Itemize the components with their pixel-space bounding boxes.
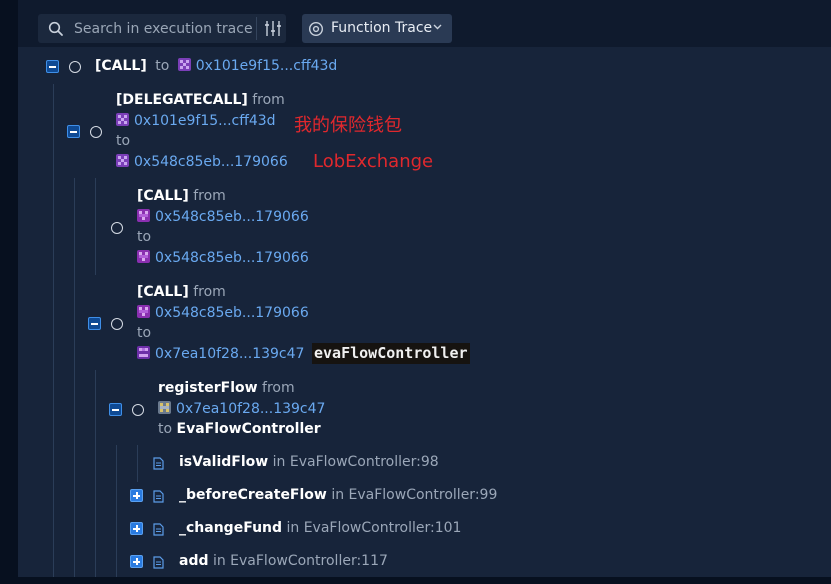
search-icon	[48, 21, 63, 36]
trace-node-call[interactable]: [CALL] from	[137, 188, 226, 205]
node-circle-icon	[111, 222, 123, 234]
function-name: registerFlow	[158, 380, 258, 396]
chevron-down-icon	[433, 24, 442, 30]
source-location[interactable]: EvaFlowController:99	[349, 487, 498, 503]
source-location[interactable]: EvaFlowController:117	[230, 553, 388, 569]
internal-call-row[interactable]: _beforeCreateFlow in EvaFlowController:9…	[179, 487, 497, 504]
annotation-wallet-note: 我的保险钱包	[294, 115, 402, 136]
in-word: in	[212, 553, 226, 569]
from-word: from	[193, 188, 226, 204]
internal-call-row[interactable]: _changeFund in EvaFlowController:101	[179, 520, 461, 537]
purple-identicon	[137, 209, 150, 222]
collapse-toggle[interactable]	[67, 125, 80, 138]
function-name: add	[179, 553, 209, 569]
trace-mode-select[interactable]: Function Trace	[302, 14, 452, 43]
purple-identicon	[116, 113, 129, 126]
bottom-edge-strip	[0, 577, 831, 584]
trace-node-delegatecall[interactable]: [DELEGATECALL] from	[116, 92, 285, 109]
node-circle-icon	[69, 61, 81, 73]
address-text: 0x548c85eb...179066	[134, 154, 288, 170]
address-text: 0x101e9f15...cff43d	[195, 58, 338, 74]
from-address[interactable]: 0x548c85eb...179066	[137, 209, 309, 226]
source-location[interactable]: EvaFlowController:98	[290, 454, 439, 470]
collapse-toggle[interactable]	[88, 317, 101, 330]
document-icon	[153, 556, 164, 569]
search-input[interactable]	[74, 14, 252, 43]
in-word: in	[272, 454, 286, 470]
left-edge-strip	[0, 0, 18, 584]
document-icon	[153, 490, 164, 503]
function-name: isValidFlow	[179, 454, 269, 470]
call-type: [CALL]	[137, 188, 189, 204]
to-contract-line: to EvaFlowController	[158, 421, 321, 438]
expand-toggle[interactable]	[130, 489, 143, 502]
internal-call-row[interactable]: isValidFlow in EvaFlowController:98	[179, 454, 439, 471]
from-address[interactable]: 0x548c85eb...179066	[137, 305, 309, 322]
address-text: 0x548c85eb...179066	[155, 250, 309, 266]
collapse-toggle[interactable]	[109, 403, 122, 416]
internal-call-row[interactable]: add in EvaFlowController:117	[179, 553, 388, 570]
filter-sliders-icon[interactable]	[264, 19, 282, 38]
to-address[interactable]: 0x548c85eb...179066	[116, 154, 288, 171]
search-divider	[256, 17, 257, 40]
address-text: 0x548c85eb...179066	[155, 305, 309, 321]
tree-guide-line	[95, 370, 96, 577]
purple-identicon	[177, 58, 191, 71]
in-word: in	[331, 487, 345, 503]
function-name: _beforeCreateFlow	[179, 487, 327, 503]
document-icon	[153, 457, 164, 470]
purple-identicon	[137, 250, 150, 263]
call-type: [CALL]	[137, 284, 189, 300]
expand-toggle[interactable]	[130, 555, 143, 568]
to-address[interactable]: 0x7ea10f28...139c47	[137, 346, 304, 363]
annotation-exchange-note: LobExchange	[313, 151, 434, 172]
in-word: in	[286, 520, 300, 536]
to-word: to	[155, 58, 170, 74]
source-location[interactable]: EvaFlowController:101	[304, 520, 462, 536]
from-address[interactable]: 0x101e9f15...cff43d	[116, 113, 276, 130]
to-word: to	[158, 421, 173, 437]
purple-identicon	[137, 305, 150, 318]
tree-guide-line	[53, 84, 54, 577]
function-name: _changeFund	[179, 520, 283, 536]
trace-node-root[interactable]: [CALL] to 0x101e9f15...cff43d	[95, 58, 337, 75]
tree-guide-line	[137, 445, 138, 482]
expand-toggle[interactable]	[130, 522, 143, 535]
trace-node-call[interactable]: [CALL] from	[137, 284, 226, 301]
trace-mode-label: Function Trace	[331, 20, 433, 36]
node-circle-icon	[132, 404, 144, 416]
call-type: [DELEGATECALL]	[116, 92, 248, 108]
target-icon	[308, 21, 324, 37]
address-text: 0x548c85eb...179066	[155, 209, 309, 225]
gray-identicon	[158, 401, 171, 414]
to-word: to	[137, 229, 152, 245]
address-text: 0x7ea10f28...139c47	[176, 401, 326, 417]
tree-guide-line	[116, 445, 117, 577]
search-box[interactable]	[38, 14, 286, 43]
node-circle-icon	[90, 126, 102, 138]
address-text: 0x7ea10f28...139c47	[155, 346, 305, 362]
to-word: to	[116, 133, 131, 149]
call-type: [CALL]	[95, 58, 147, 74]
address-text: 0x101e9f15...cff43d	[134, 113, 276, 129]
document-icon	[153, 523, 164, 536]
collapse-toggle[interactable]	[46, 60, 59, 73]
purple-identicon	[137, 346, 150, 359]
trace-node-registerflow[interactable]: registerFlow from	[158, 380, 295, 397]
from-word: from	[262, 380, 295, 396]
contract-name[interactable]: EvaFlowController	[177, 421, 321, 437]
to-word: to	[137, 325, 152, 341]
to-address[interactable]: 0x548c85eb...179066	[137, 250, 309, 267]
tree-guide-line	[95, 178, 96, 275]
from-word: from	[252, 92, 285, 108]
node-circle-icon	[111, 318, 123, 330]
from-address[interactable]: 0x7ea10f28...139c47	[158, 401, 325, 418]
annotation-controller-note: evaFlowController	[312, 343, 470, 364]
purple-identicon	[116, 154, 129, 167]
to-address[interactable]: 0x101e9f15...cff43d	[177, 58, 338, 74]
tree-guide-line	[74, 178, 75, 577]
from-word: from	[193, 284, 226, 300]
